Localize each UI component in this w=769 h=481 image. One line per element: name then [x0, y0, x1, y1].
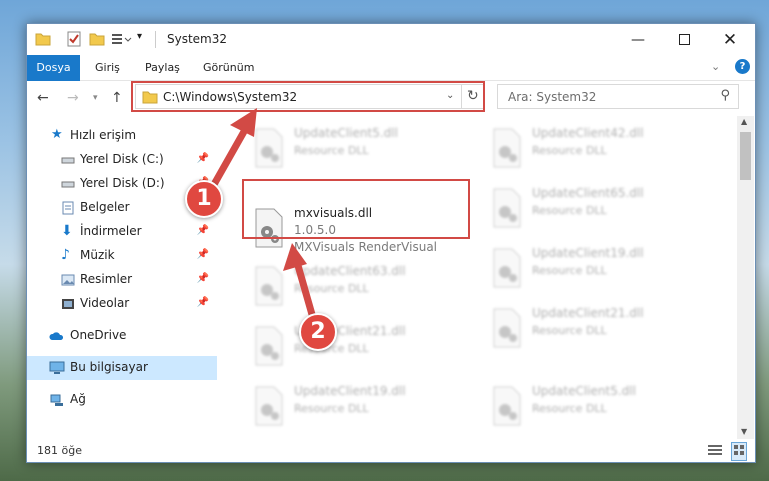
annotation-arrows: [208, 108, 317, 322]
step-1-badge: 1: [185, 180, 223, 218]
step-2-badge: 2: [299, 313, 337, 351]
